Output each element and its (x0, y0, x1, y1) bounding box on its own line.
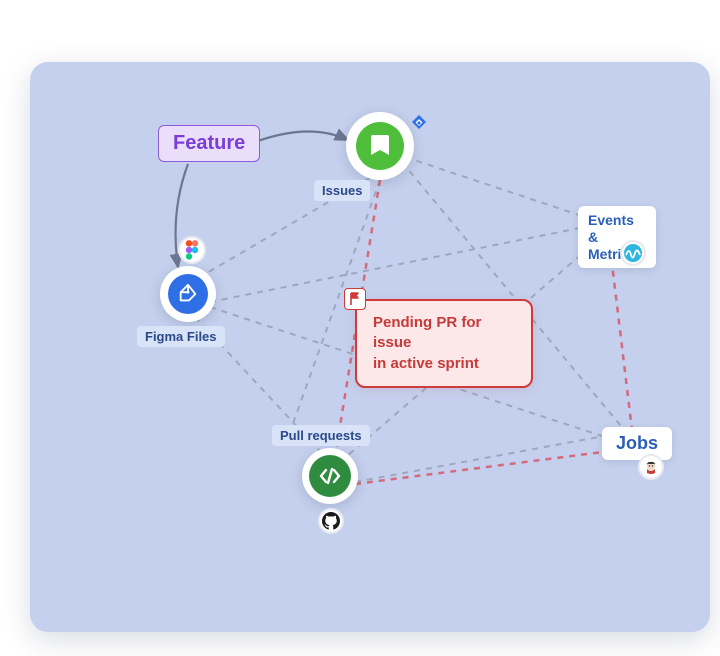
jobs-label: Jobs (616, 433, 658, 453)
issues-node[interactable] (346, 112, 414, 180)
jenkins-icon (638, 454, 664, 480)
pull-requests-label: Pull requests (272, 425, 370, 446)
alert-text: Pending PR for issue in active sprint (373, 314, 481, 372)
alert-box[interactable]: Pending PR for issue in active sprint (355, 299, 533, 388)
feature-node[interactable]: Feature (158, 125, 260, 162)
figma-icon (178, 236, 206, 264)
edge-events-jobs-red (610, 247, 632, 430)
figma-files-node[interactable] (160, 266, 216, 322)
pen-icon (168, 274, 208, 314)
code-icon (309, 455, 351, 497)
edge-figma-events (210, 227, 585, 302)
edge-issues-events (405, 157, 585, 217)
amplitude-icon (620, 240, 646, 266)
edge-pr-jobs-gray (355, 434, 615, 482)
edge-pr-jobs-red (355, 450, 618, 484)
feature-label: Feature (173, 132, 245, 154)
bookmark-icon (356, 122, 404, 170)
jobs-node[interactable]: Jobs (602, 427, 672, 460)
figma-files-label: Figma Files (137, 326, 225, 347)
issues-label: Issues (314, 180, 370, 201)
github-icon (318, 508, 344, 534)
diagram-canvas: Feature Issues Figma Files Events & Metr… (30, 62, 710, 632)
jira-icon (408, 112, 430, 134)
arrow-feature-issues (255, 131, 348, 142)
pull-requests-node[interactable] (302, 448, 358, 504)
flag-icon (344, 288, 366, 310)
